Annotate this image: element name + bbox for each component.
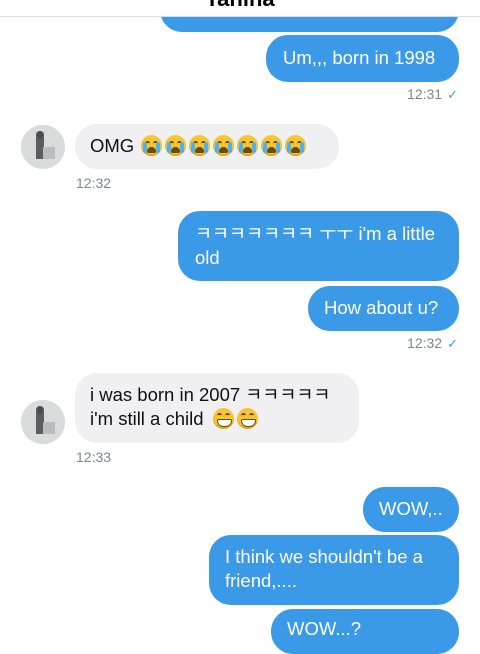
avatar[interactable] <box>21 400 65 444</box>
message-text: WOW,.. <box>379 498 443 519</box>
loudly-crying-face-emoji <box>261 135 283 156</box>
grinning-face-emoji <box>212 408 234 429</box>
message-text: Um,,, born in 1998 <box>283 47 436 68</box>
message-timestamp: 12:32 ✓ <box>407 335 458 352</box>
message-text: How about u? <box>324 297 439 318</box>
outgoing-message[interactable]: WOW,.. <box>363 487 459 532</box>
loudly-crying-face-emoji <box>213 135 235 156</box>
loudly-crying-face-emoji <box>189 135 211 156</box>
message-timestamp: 12:33 <box>76 449 111 465</box>
avatar[interactable] <box>21 125 65 169</box>
message-text-line: I think we shouldn't be a <box>225 546 423 567</box>
timestamp-text: 12:32 <box>407 335 443 351</box>
outgoing-message[interactable]: WOW...? <box>271 609 459 654</box>
message-text-line: old <box>195 247 220 268</box>
avatar-image <box>21 125 65 169</box>
message-text-line: i'm still a child <box>90 408 204 429</box>
outgoing-message[interactable]: I think we shouldn't be a friend,.... <box>209 535 459 605</box>
chat-header: Tahina <box>0 0 480 17</box>
emoji-group <box>136 135 309 156</box>
loudly-crying-face-emoji <box>141 135 163 156</box>
loudly-crying-face-emoji <box>165 135 187 156</box>
message-text: OMG <box>90 135 135 156</box>
timestamp-text: 12:31 <box>407 86 443 102</box>
outgoing-message[interactable]: ㅋㅋㅋㅋㅋㅋㅋ ㅜㅜ i'm a little old <box>178 211 459 281</box>
message-text-line: i was born in 2007 ㅋㅋㅋㅋㅋ <box>90 384 331 405</box>
grinning-face-emoji <box>236 408 258 429</box>
incoming-message[interactable]: i was born in 2007 ㅋㅋㅋㅋㅋ i'm still a chi… <box>75 373 359 443</box>
outgoing-message[interactable]: Um,,, born in 1998 <box>266 35 459 82</box>
chat-title[interactable]: Tahina <box>0 0 480 12</box>
loudly-crying-face-emoji <box>285 135 307 156</box>
avatar-image <box>21 400 65 444</box>
message-text-line: ㅋㅋㅋㅋㅋㅋㅋ ㅜㅜ i'm a little <box>195 223 435 244</box>
checkmark-icon: ✓ <box>447 336 458 351</box>
timestamp-text: 12:32 <box>76 175 112 191</box>
timestamp-text: 12:33 <box>76 449 112 465</box>
message-text: WOW...? <box>287 618 361 639</box>
message-text-line: friend,.... <box>225 570 297 591</box>
outgoing-message[interactable]: How about u? <box>308 286 459 331</box>
incoming-message[interactable]: OMG <box>75 124 339 169</box>
checkmark-icon: ✓ <box>447 87 458 102</box>
message-timestamp: 12:31 ✓ <box>407 86 458 103</box>
message-timestamp: 12:32 <box>76 175 111 191</box>
loudly-crying-face-emoji <box>237 135 259 156</box>
